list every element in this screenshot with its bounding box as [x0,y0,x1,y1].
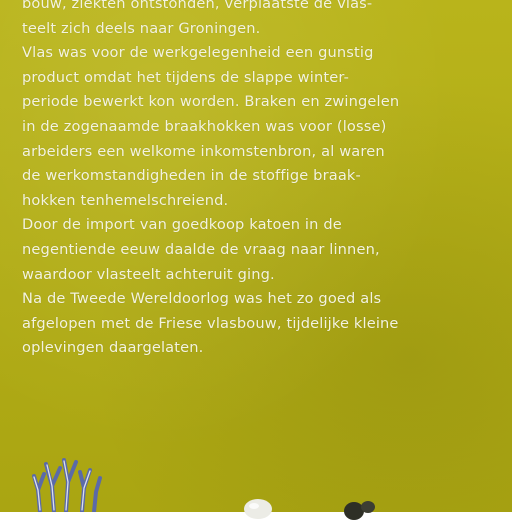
text-line: in de zogenaamde braakhokken was voor (l… [22,117,387,135]
text-line: product omdat het tijdens de slappe wint… [22,68,349,86]
text-line: Door de import van goedkoop katoen in de [22,216,342,234]
text-line: waardoor vlasteelt achteruit ging. [22,265,275,283]
text-line: periode bewerkt kon worden. Braken en zw… [22,93,400,111]
dark-blob-illustration [344,501,375,520]
text-line: de werkomstandigheden in de stoffige bra… [22,167,361,185]
text-line: Na de Tweede Wereldoorlog was het zo goe… [22,290,382,308]
text-line: hokken tenhemelschreiend. [22,191,229,209]
flax-plant-illustration [32,458,102,512]
text-line: teelt zich deels naar Groningen. [22,19,261,37]
text-line: oplevingen daargelaten. [22,339,204,357]
dutch-text-block: bouw, ziekten ontstonden, verplaatste de… [22,0,492,361]
text-line: Vlas was voor de werkgelegenheid een gun… [22,44,374,62]
white-blob-illustration [244,499,272,519]
text-line: bouw, ziekten ontstonden, verplaatste de… [22,0,373,12]
text-line: afgelopen met de Friese vlasbouw, tijdel… [22,314,399,332]
text-line: arbeiders een welkome inkomstenbron, al … [22,142,385,160]
text-line: negentiende eeuw daalde de vraag naar li… [22,240,380,258]
